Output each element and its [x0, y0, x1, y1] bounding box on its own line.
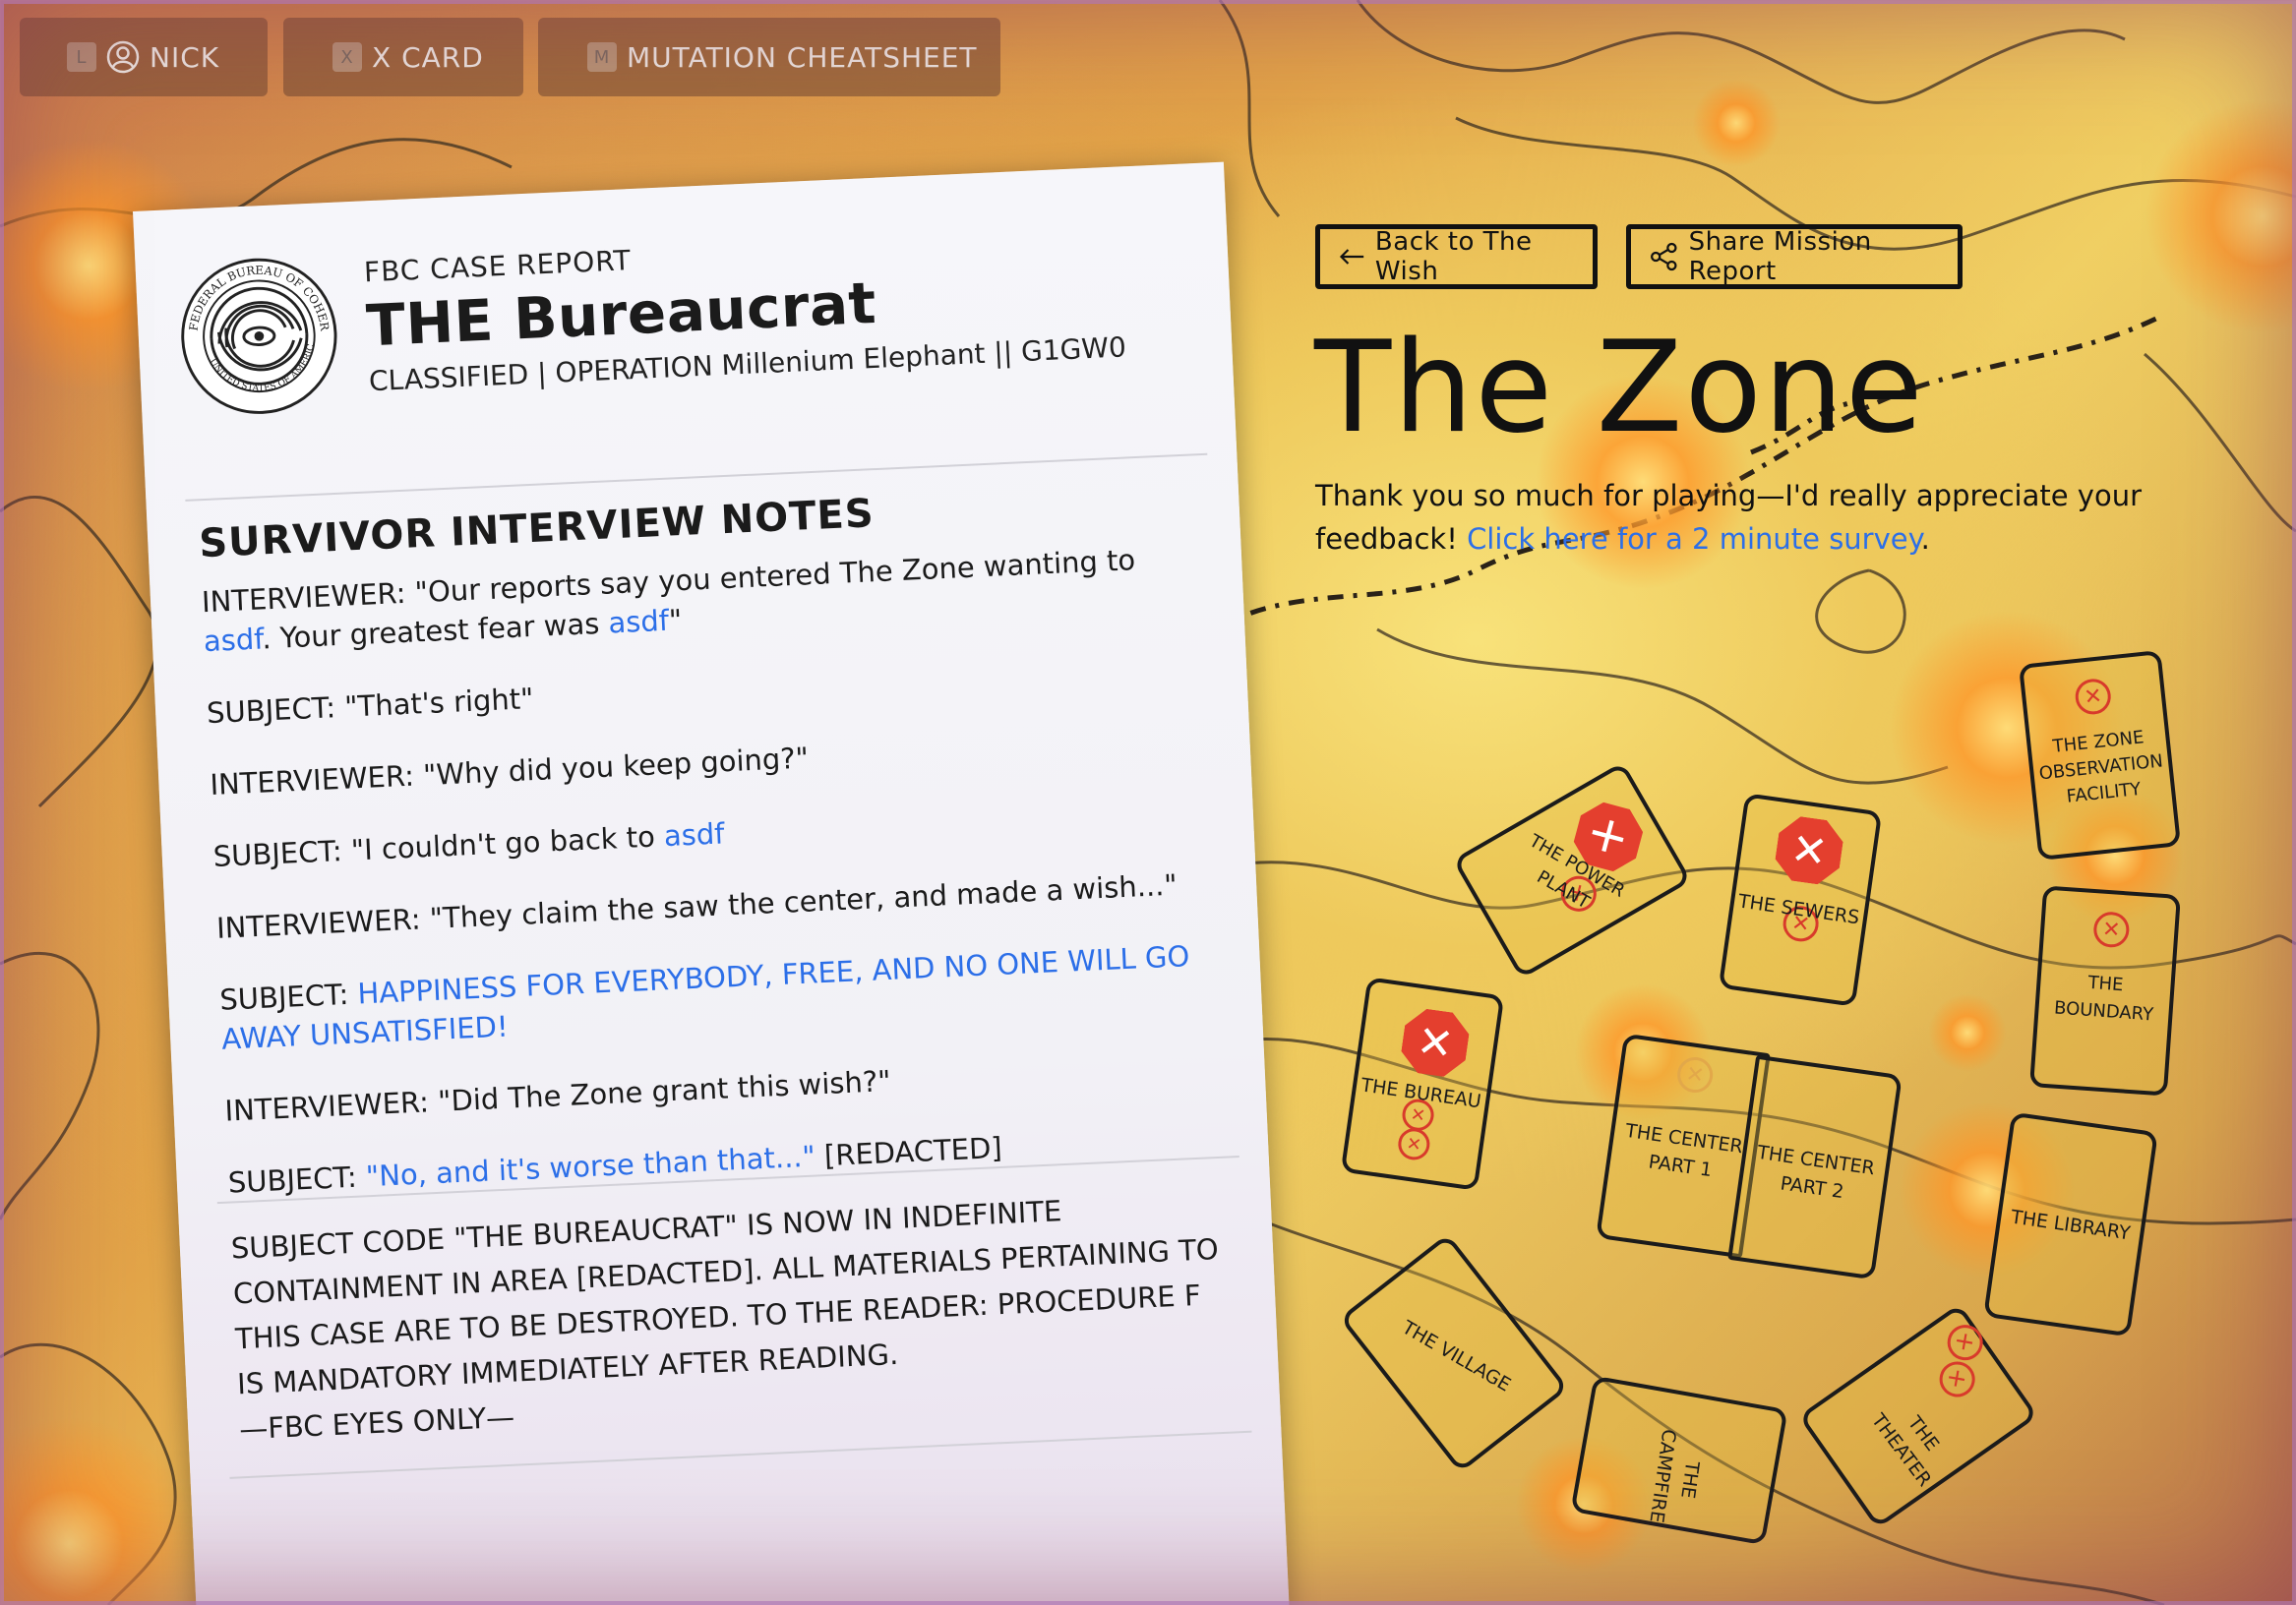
tile-sewers[interactable]: ✕ ✕ The Sewers	[1718, 793, 1883, 1007]
fbc-seal-logo: FEDERAL BUREAU OF COHERENCE UNITED STATE…	[174, 252, 337, 414]
zone-title: The Zone	[1314, 315, 1925, 461]
divider	[185, 452, 1208, 502]
case-report-card: FEDERAL BUREAU OF COHERENCE UNITED STATE…	[133, 161, 1291, 1605]
note-line: SUBJECT: "I couldn't go back to asdf	[212, 816, 726, 873]
stop-x-icon: ✕	[1674, 1054, 1716, 1096]
x-card-label: X CARD	[372, 40, 484, 74]
user-circle-icon	[106, 40, 140, 74]
share-mission-report-label: Share Mission Report	[1688, 227, 1872, 286]
stop-x-icon: ✕	[2073, 677, 2113, 717]
keyboard-shortcut-icon: L	[67, 42, 96, 72]
tile-center-part-2[interactable]: The Center Part 2	[1727, 1054, 1903, 1280]
glow	[1928, 993, 2007, 1072]
tile-boundary[interactable]: ✕ The Boundary	[2029, 885, 2181, 1097]
nick-label: NICK	[150, 40, 220, 74]
arrow-left-icon	[1339, 249, 1364, 265]
tile-library[interactable]: The Library	[1983, 1111, 2158, 1338]
stop-x-icon: ✕	[1773, 814, 1846, 888]
mutation-cheatsheet-button[interactable]: M MUTATION CHEATSHEET	[538, 18, 1000, 96]
note-line: INTERVIEWER: "Did The Zone grant this wi…	[223, 1063, 892, 1128]
section-title: SURVIVOR INTERVIEW NOTES	[198, 491, 876, 567]
note-line: SUBJECT: "That's right"	[206, 682, 535, 731]
stop-x-icon: ✕	[2092, 911, 2131, 949]
keyboard-shortcut-icon: M	[587, 42, 617, 72]
tile-bureau[interactable]: ✕ The Bureau ✕ ✕	[1340, 977, 1505, 1191]
x-card-button[interactable]: X X CARD	[283, 18, 523, 96]
share-mission-report-button[interactable]: Share Mission Report	[1626, 224, 1963, 289]
note-line: SUBJECT: HAPPINESS FOR EVERYBODY, FREE, …	[218, 939, 1190, 1056]
back-to-wish-label: Back to The Wish	[1374, 227, 1533, 286]
thanks-message: Thank you so much for playing—I'd really…	[1315, 479, 2143, 556]
eyes-only-signoff: —FBC EYES ONLY—	[238, 1399, 515, 1447]
stop-x-icon: ✕	[1396, 1126, 1432, 1162]
share-icon	[1651, 242, 1677, 271]
stop-x-icon: ✕	[1399, 1006, 1473, 1080]
glow	[1692, 79, 1781, 167]
tile-observation-facility[interactable]: ✕ The Zone Observation Facility	[2018, 649, 2182, 862]
survey-link[interactable]: Click here for a 2 minute survey	[1467, 522, 1921, 556]
note-line: INTERVIEWER: "Why did you keep going?"	[209, 741, 810, 802]
note-line: INTERVIEWER: "They claim the saw the cen…	[215, 867, 1178, 945]
stop-x-icon: ✕	[1932, 1354, 1982, 1404]
back-to-wish-button[interactable]: Back to The Wish	[1315, 224, 1598, 289]
nick-button[interactable]: L NICK	[20, 18, 268, 96]
keyboard-shortcut-icon: X	[332, 42, 362, 72]
interview-notes: INTERVIEWER: "Our reports say you entere…	[201, 537, 1233, 1235]
mutation-cheatsheet-label: MUTATION CHEATSHEET	[627, 40, 978, 74]
